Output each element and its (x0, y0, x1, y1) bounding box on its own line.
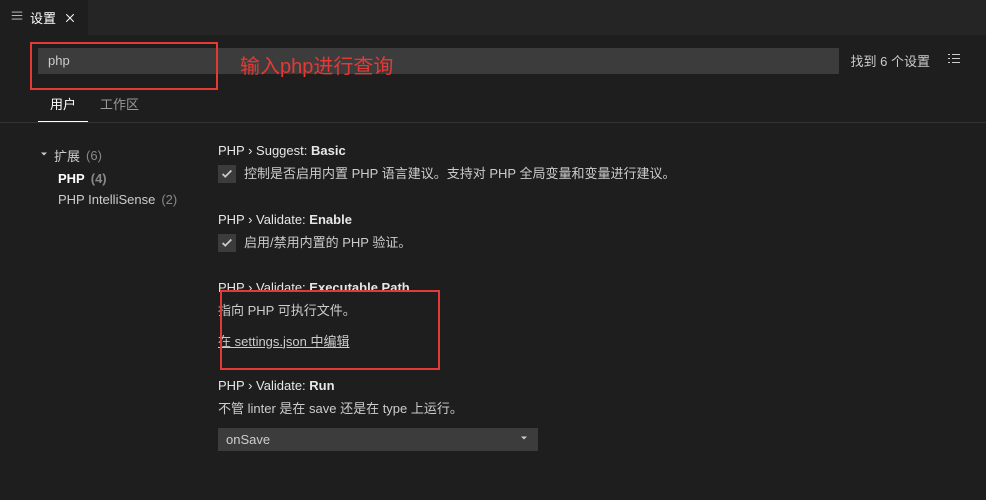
tree-count: (4) (91, 171, 107, 186)
setting-title: PHP › Validate: Executable Path (218, 280, 956, 295)
close-icon[interactable] (62, 10, 78, 26)
checkbox[interactable] (218, 165, 236, 183)
chevron-down-icon (38, 148, 50, 163)
settings-tab[interactable]: 设置 (0, 0, 88, 35)
scope-tabs: 用户 工作区 (0, 86, 986, 123)
setting-description: 不管 linter 是在 save 还是在 type 上运行。 (218, 399, 956, 419)
toc-icon[interactable] (942, 47, 966, 74)
settings-tab-title: 设置 (30, 8, 56, 27)
tree-label: PHP (58, 171, 85, 186)
setting-title: PHP › Validate: Run (218, 378, 956, 393)
tab-workspace[interactable]: 工作区 (88, 86, 151, 122)
setting-title: PHP › Validate: Enable (218, 212, 956, 227)
setting-php-validate-executable-path: PHP › Validate: Executable Path 指向 PHP 可… (218, 280, 956, 350)
setting-php-validate-run: PHP › Validate: Run 不管 linter 是在 save 还是… (218, 378, 956, 452)
tree-item-php-intellisense[interactable]: PHP IntelliSense (2) (38, 189, 218, 210)
search-input[interactable] (38, 48, 839, 74)
tab-user[interactable]: 用户 (38, 86, 88, 122)
setting-php-suggest-basic: PHP › Suggest: Basic 控制是否启用内置 PHP 语言建议。支… (218, 143, 956, 184)
checkbox[interactable] (218, 234, 236, 252)
run-select[interactable]: onSave (218, 428, 538, 451)
tree-count: (2) (161, 192, 177, 207)
chevron-down-icon (518, 432, 530, 447)
select-value: onSave (226, 432, 270, 447)
tree-label: PHP IntelliSense (58, 192, 155, 207)
edit-in-settings-json-link[interactable]: 在 settings.json 中编辑 (218, 331, 350, 350)
setting-description: 启用/禁用内置的 PHP 验证。 (244, 233, 411, 253)
settings-list: PHP › Suggest: Basic 控制是否启用内置 PHP 语言建议。支… (218, 143, 986, 479)
search-row: 找到 6 个设置 (0, 35, 986, 86)
tab-bar: 设置 (0, 0, 986, 35)
setting-php-validate-enable: PHP › Validate: Enable 启用/禁用内置的 PHP 验证。 (218, 212, 956, 253)
tree-item-php[interactable]: PHP (4) (38, 168, 218, 189)
setting-description: 指向 PHP 可执行文件。 (218, 301, 956, 321)
tree-count: (6) (86, 148, 102, 163)
setting-description: 控制是否启用内置 PHP 语言建议。支持对 PHP 全局变量和变量进行建议。 (244, 164, 675, 184)
tree-item-extensions[interactable]: 扩展 (6) (38, 143, 218, 168)
settings-tab-icon (10, 9, 24, 26)
tree-label: 扩展 (54, 146, 80, 165)
setting-title: PHP › Suggest: Basic (218, 143, 956, 158)
result-count: 找到 6 个设置 (851, 51, 930, 70)
settings-tree: 扩展 (6) PHP (4) PHP IntelliSense (2) (38, 143, 218, 479)
